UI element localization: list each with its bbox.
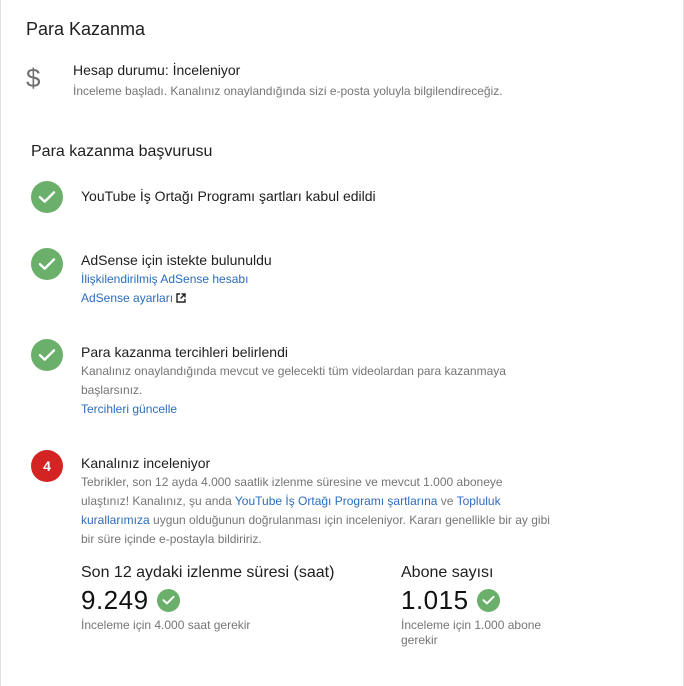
step-title: AdSense için istekte bulunuldu xyxy=(81,252,272,268)
review-text-part: uygun olduğunun doğrulanması için incele… xyxy=(81,513,550,546)
subscriber-label: Abone sayısı xyxy=(401,564,494,581)
check-circle-icon xyxy=(31,339,63,371)
watch-time-value: 9.249 xyxy=(81,585,149,615)
subscriber-stat: Abone sayısı 1.015 İnceleme için 1.000 a… xyxy=(401,564,541,648)
update-preferences-link[interactable]: Tercihleri güncelle xyxy=(81,400,551,419)
adsense-settings-link[interactable]: AdSense ayarları xyxy=(81,289,551,309)
adsense-settings-link-label: AdSense ayarları xyxy=(81,291,174,305)
monetization-page: Para Kazanma $ Hesap durumu: İnceleniyor… xyxy=(0,0,684,686)
eligibility-stats: Son 12 aydaki izlenme süresi (saat) 9.24… xyxy=(81,564,641,654)
check-circle-icon xyxy=(156,588,180,612)
page-title: Para Kazanma xyxy=(26,19,146,39)
external-link-icon xyxy=(176,290,186,309)
panel-border-left xyxy=(0,0,1,686)
check-circle-icon xyxy=(31,248,63,280)
watch-time-requirement: İnceleme için 4.000 saat gerekir xyxy=(81,618,251,632)
check-circle-icon xyxy=(31,181,63,213)
watch-time-label: Son 12 aydaki izlenme süresi (saat) xyxy=(81,564,335,581)
step-description-line: Kanalınız onaylandığında mevcut ve gelec… xyxy=(81,364,506,378)
step-title: Para kazanma tercihleri belirlendi xyxy=(81,344,288,360)
account-status-description: İnceleme başladı. Kanalınız onaylandığın… xyxy=(73,84,503,98)
subscriber-requirement-line: gerekir xyxy=(401,633,438,647)
review-text-part: ve xyxy=(437,494,457,508)
check-circle-icon xyxy=(476,588,500,612)
account-status-title: Hesap durumu: İnceleniyor xyxy=(73,62,241,78)
step-number-badge: 4 xyxy=(31,450,63,482)
step-title: YouTube İş Ortağı Programı şartları kabu… xyxy=(81,188,376,204)
subscriber-value: 1.015 xyxy=(401,585,469,615)
step-title: Kanalınız inceleniyor xyxy=(81,455,211,471)
subscriber-requirement-line: İnceleme için 1.000 abone xyxy=(401,618,542,632)
step-description-line: başlarsınız. xyxy=(81,383,143,397)
watch-time-stat: Son 12 aydaki izlenme süresi (saat) 9.24… xyxy=(81,564,334,633)
dollar-icon: $ xyxy=(26,63,41,93)
step-description: Tebrikler, son 12 ayda 4.000 saatlik izl… xyxy=(81,473,551,549)
ypp-terms-link[interactable]: YouTube İş Ortağı Programı şartlarına xyxy=(235,494,438,508)
application-section-title: Para kazanma başvurusu xyxy=(31,143,213,160)
linked-adsense-account-link[interactable]: İlişkilendirilmiş AdSense hesabı xyxy=(81,270,551,289)
